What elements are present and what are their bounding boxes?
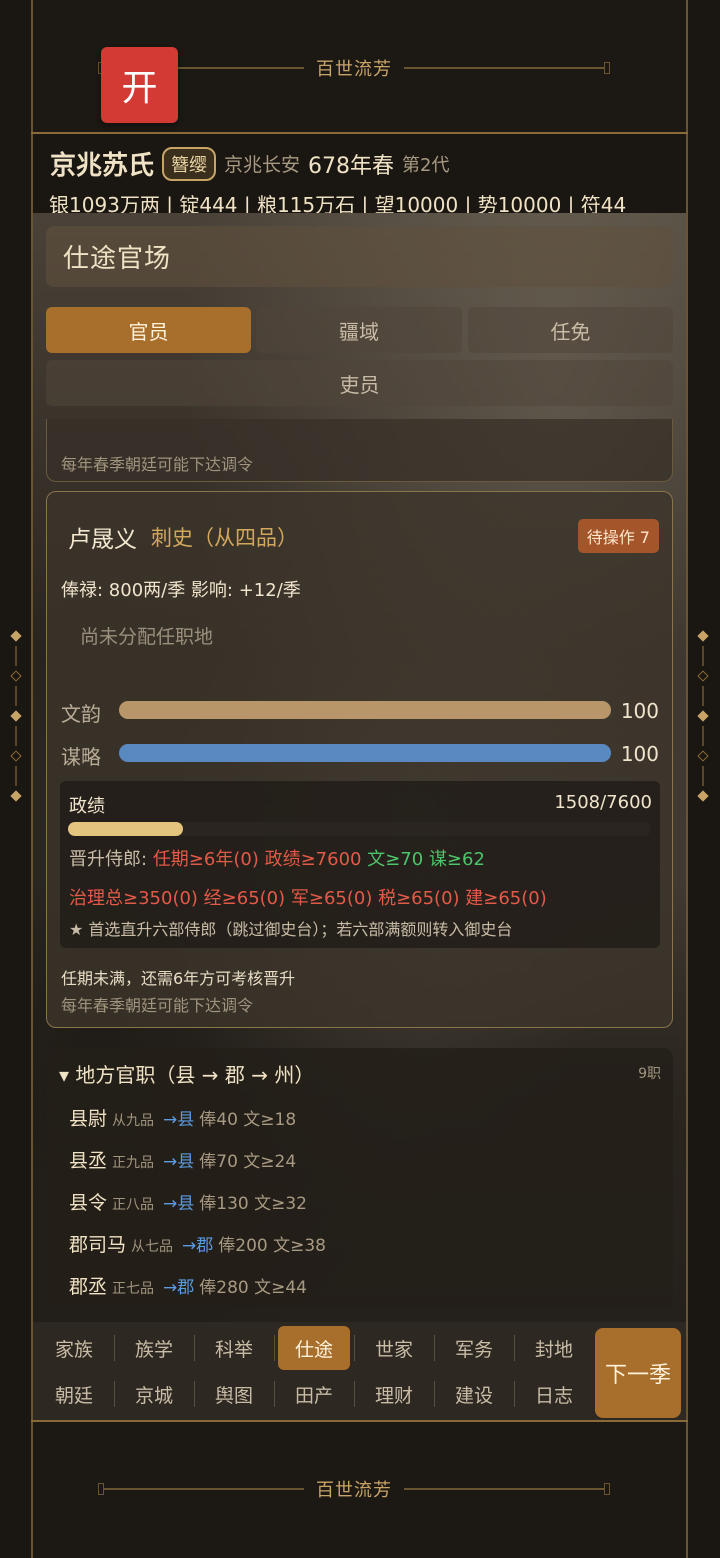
- stat-bar-wenyun: [119, 701, 611, 719]
- frame-divider-top: [31, 132, 688, 134]
- bottom-nav: 家族 族学 科举 仕途 世家 军务 封地 朝廷 京城 舆图 田产 理财 建设 日…: [33, 1322, 686, 1420]
- post-row[interactable]: 县丞 正九品 →县 俸70 文≥24: [69, 1146, 296, 1173]
- clan-header: 京兆苏氏 簪缨 京兆长安 678年春 第2代 银1093万两 | 锭444 | …: [33, 135, 686, 217]
- post-info: 俸130 文≥32: [199, 1194, 307, 1214]
- post-grade: 正九品: [112, 1155, 155, 1171]
- nav-capital[interactable]: 京城: [114, 1372, 194, 1416]
- nav-clan-school[interactable]: 族学: [114, 1326, 194, 1370]
- req-mou: 谋≥62: [428, 849, 485, 870]
- req-governance: 治理总≥350(0) 经≥65(0) 军≥65(0) 税≥65(0) 建≥65(…: [69, 888, 547, 909]
- nav-exam[interactable]: 科举: [194, 1326, 274, 1370]
- nav-separator: [274, 1335, 275, 1361]
- next-season-button[interactable]: 下一季: [595, 1328, 681, 1418]
- merit-box: 政绩 1508/7600 晋升侍郎: 任期≥6年(0) 政绩≥7600 文≥70…: [60, 781, 660, 948]
- tab-officials[interactable]: 官员: [46, 307, 251, 353]
- post-grade: 从七品: [131, 1239, 174, 1255]
- merit-fill: [68, 822, 184, 836]
- post-info: 俸70 文≥24: [199, 1152, 297, 1172]
- post-info: 俸200 文≥38: [218, 1236, 326, 1256]
- generation: 第2代: [402, 154, 450, 176]
- nav-military[interactable]: 军务: [434, 1326, 514, 1370]
- post-grade: 正七品: [112, 1281, 155, 1297]
- panel-title: 仕途官场: [46, 226, 673, 287]
- tab-clerks[interactable]: 吏员: [46, 360, 673, 406]
- salary-info: 俸禄: 800两/季 影响: +12/季: [61, 580, 301, 601]
- term-message: 任期未满，还需6年方可考核晋升: [61, 969, 296, 988]
- local-posts-header[interactable]: ▾ 地方官职（县 → 郡 → 州）: [59, 1059, 314, 1088]
- merit-value: 1508/7600: [554, 792, 652, 813]
- pending-badge[interactable]: 待操作 7: [577, 519, 659, 553]
- stat-value-moulue: 100: [620, 742, 659, 766]
- post-name: 县丞: [69, 1150, 108, 1172]
- stat-bar-moulue: [119, 744, 611, 762]
- frame-right-border: [686, 0, 688, 1558]
- left-ornament: [10, 630, 22, 802]
- notice-card: 每年春季朝廷可能下达调令: [46, 419, 673, 482]
- post-row[interactable]: 县尉 从九品 →县 俸40 文≥18: [69, 1104, 296, 1131]
- post-destination: →郡: [182, 1236, 214, 1256]
- nav-noble-houses[interactable]: 世家: [354, 1326, 434, 1370]
- official-rank: 刺史（从四品）: [151, 526, 298, 550]
- open-button[interactable]: 开: [101, 47, 178, 123]
- nav-career[interactable]: 仕途: [278, 1326, 350, 1370]
- post-row[interactable]: 县令 正八品 →县 俸130 文≥32: [69, 1188, 307, 1215]
- stat-label-moulue: 谋略: [61, 745, 101, 769]
- post-info: 俸40 文≥18: [199, 1110, 297, 1130]
- post-destination: →县: [163, 1110, 195, 1130]
- post-destination: →县: [163, 1152, 195, 1172]
- post-name: 郡司马: [69, 1234, 127, 1256]
- promotion-requirements: 晋升侍郎: 任期≥6年(0) 政绩≥7600 文≥70 谋≥62: [69, 845, 485, 871]
- post-info: 俸280 文≥44: [199, 1278, 307, 1298]
- right-ornament: [697, 630, 709, 802]
- year: 678年春: [308, 153, 395, 179]
- nav-finance[interactable]: 理财: [354, 1372, 434, 1416]
- post-row[interactable]: 郡丞 正七品 →郡 俸280 文≥44: [69, 1272, 307, 1299]
- official-card[interactable]: 卢晟义 刺史（从四品） 待操作 7 俸禄: 800两/季 影响: +12/季 尚…: [46, 491, 673, 1028]
- career-panel: 仕途官场 官员 疆域 任免 吏员 每年春季朝廷可能下达调令 卢晟义 刺史（从四品…: [33, 213, 686, 1322]
- nav-map[interactable]: 舆图: [194, 1372, 274, 1416]
- nav-log[interactable]: 日志: [514, 1372, 594, 1416]
- merit-label: 政绩: [69, 796, 105, 817]
- post-name: 县令: [69, 1192, 108, 1214]
- req-prefix: 晋升侍郎:: [69, 849, 148, 870]
- assignment-status: 尚未分配任职地: [80, 626, 214, 648]
- stat-value-wenyun: 100: [620, 699, 659, 723]
- local-posts-count: 9职: [638, 1066, 661, 1082]
- post-destination: →县: [163, 1194, 195, 1214]
- local-posts-section: ▾ 地方官职（县 → 郡 → 州） 9职 县尉 从九品 →县 俸40 文≥18 …: [46, 1048, 673, 1308]
- req-merit: 政绩≥7600: [264, 849, 362, 870]
- tab-appointment[interactable]: 任免: [468, 307, 673, 353]
- notice-text: 每年春季朝廷可能下达调令: [61, 455, 254, 474]
- bottom-banner-title: 百世流芳: [98, 1479, 610, 1501]
- nav-construction[interactable]: 建设: [434, 1372, 514, 1416]
- post-name: 县尉: [69, 1108, 108, 1130]
- location: 京兆长安: [224, 154, 301, 176]
- nav-family[interactable]: 家族: [34, 1326, 114, 1370]
- tab-territory[interactable]: 疆域: [256, 307, 462, 353]
- req-term: 任期≥6年(0): [152, 849, 259, 870]
- post-name: 郡丞: [69, 1276, 108, 1298]
- official-name: 卢晟义: [68, 527, 137, 553]
- req-wen: 文≥70: [367, 849, 424, 870]
- merit-track: [68, 822, 651, 836]
- post-grade: 正八品: [112, 1197, 155, 1213]
- promotion-note: ★ 首选直升六部侍郎（跳过御史台）；若六部满额则转入御史台: [69, 920, 513, 939]
- frame-divider-bottom: [31, 1420, 688, 1422]
- nav-estates[interactable]: 田产: [274, 1372, 354, 1416]
- stat-label-wenyun: 文韵: [61, 702, 101, 726]
- nav-court[interactable]: 朝廷: [34, 1372, 114, 1416]
- post-destination: →郡: [163, 1278, 195, 1298]
- post-grade: 从九品: [112, 1113, 155, 1129]
- clan-name: 京兆苏氏: [50, 151, 155, 181]
- official-notice: 每年春季朝廷可能下达调令: [61, 996, 254, 1015]
- bottom-banner-title-text: 百世流芳: [316, 1480, 392, 1501]
- post-row[interactable]: 郡司马 从七品 →郡 俸200 文≥38: [69, 1230, 326, 1257]
- top-banner-title-text: 百世流芳: [316, 59, 392, 80]
- nav-fief[interactable]: 封地: [514, 1326, 594, 1370]
- title-badge: 簪缨: [162, 146, 217, 181]
